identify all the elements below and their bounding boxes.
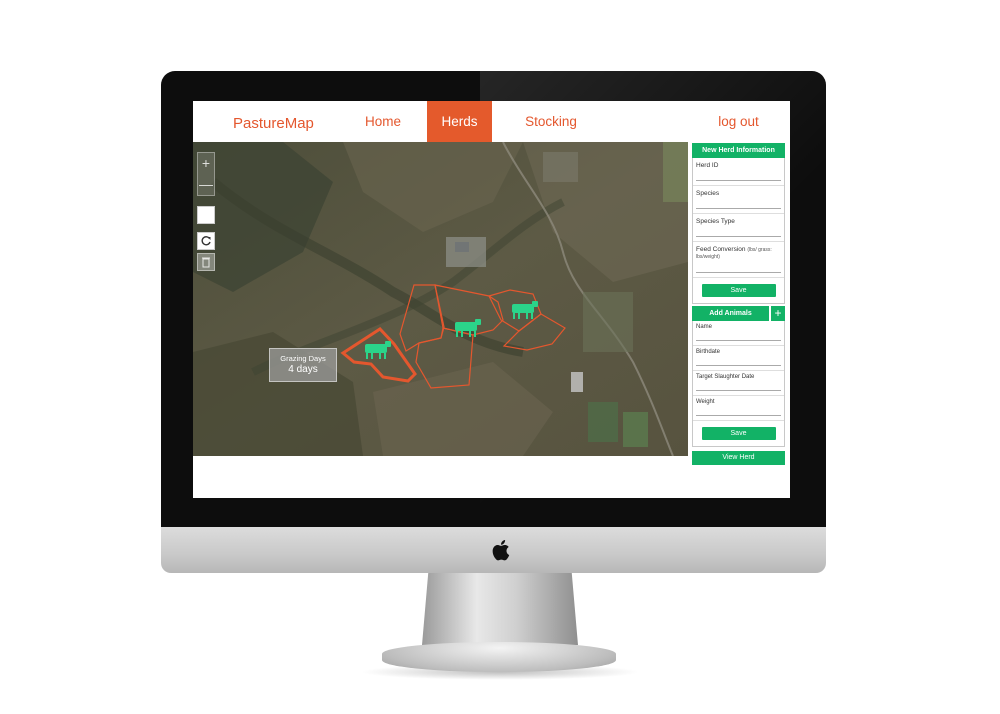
herd-icons [365, 301, 538, 359]
herd-id-label: Herd ID [696, 162, 719, 169]
feed-conversion-label: Feed Conversion (lbs/ grass: lbs/weight) [696, 246, 784, 260]
herd-id-field[interactable]: Herd ID [693, 158, 784, 186]
input-underline [696, 180, 781, 181]
herd-form-panel: New Herd Information Herd ID Species Spe… [692, 143, 785, 465]
species-type-label: Species Type [696, 218, 735, 225]
zoom-control: + — [197, 152, 215, 196]
weight-field[interactable]: Weight [693, 396, 784, 421]
zoom-in-button[interactable]: + [198, 153, 214, 174]
input-underline [696, 365, 781, 366]
herd-info-section: Herd ID Species Species Type Feed Conver… [692, 158, 785, 304]
target-slaughter-date-field[interactable]: Target Slaughter Date [693, 371, 784, 396]
apple-logo-icon [492, 540, 510, 561]
input-underline [696, 390, 781, 391]
input-underline [696, 236, 781, 237]
name-label: Name [696, 324, 713, 330]
add-animals-row: Add Animals + [692, 306, 785, 321]
target-slaughter-date-label: Target Slaughter Date [696, 374, 755, 380]
input-underline [696, 340, 781, 341]
input-underline [696, 415, 781, 416]
feed-conversion-text: Feed Conversion [696, 246, 746, 253]
nav-logout[interactable]: log out [711, 101, 766, 142]
species-field[interactable]: Species [693, 186, 784, 214]
monitor-stand [422, 573, 578, 645]
species-type-field[interactable]: Species Type [693, 214, 784, 242]
cow-icon[interactable] [455, 319, 481, 337]
cow-icon[interactable] [512, 301, 538, 319]
birthdate-label: Birthdate [696, 349, 721, 355]
input-underline [696, 208, 781, 209]
top-navbar: PastureMap Home Herds Stocking log out [193, 101, 790, 142]
view-herd-button[interactable]: View Herd [692, 451, 785, 465]
monitor-base [382, 642, 616, 672]
herd-info-header: New Herd Information [692, 143, 785, 158]
trash-icon[interactable] [197, 253, 215, 271]
input-underline [696, 272, 781, 273]
brand-logo[interactable]: PastureMap [233, 115, 314, 132]
satellite-map[interactable]: + — Grazing Days 4 days [193, 142, 688, 456]
add-animal-button[interactable]: + [771, 306, 785, 321]
nav-stocking[interactable]: Stocking [515, 101, 587, 142]
feed-conversion-field[interactable]: Feed Conversion (lbs/ grass: lbs/weight) [693, 242, 784, 278]
nav-home[interactable]: Home [348, 101, 418, 142]
weight-label: Weight [696, 399, 715, 405]
cow-icon[interactable] [365, 341, 391, 359]
animals-section: Name Birthdate Target Slaughter Date Wei… [692, 321, 785, 447]
draw-polygon-button[interactable] [197, 206, 215, 224]
refresh-icon[interactable] [197, 232, 215, 250]
grazing-days-value: 4 days [288, 364, 318, 375]
animal-name-field[interactable]: Name [693, 321, 784, 346]
add-animals-header: Add Animals [692, 306, 769, 321]
birthdate-field[interactable]: Birthdate [693, 346, 784, 371]
app-screen: PastureMap Home Herds Stocking log out +… [193, 101, 790, 498]
save-herd-button[interactable]: Save [701, 284, 776, 297]
species-label: Species [696, 190, 720, 197]
grazing-days-badge: Grazing Days 4 days [269, 348, 337, 382]
save-animals-button[interactable]: Save [701, 427, 776, 440]
zoom-out-button[interactable]: — [198, 174, 214, 195]
nav-herds[interactable]: Herds [427, 101, 492, 142]
grazing-days-label: Grazing Days [280, 354, 326, 363]
